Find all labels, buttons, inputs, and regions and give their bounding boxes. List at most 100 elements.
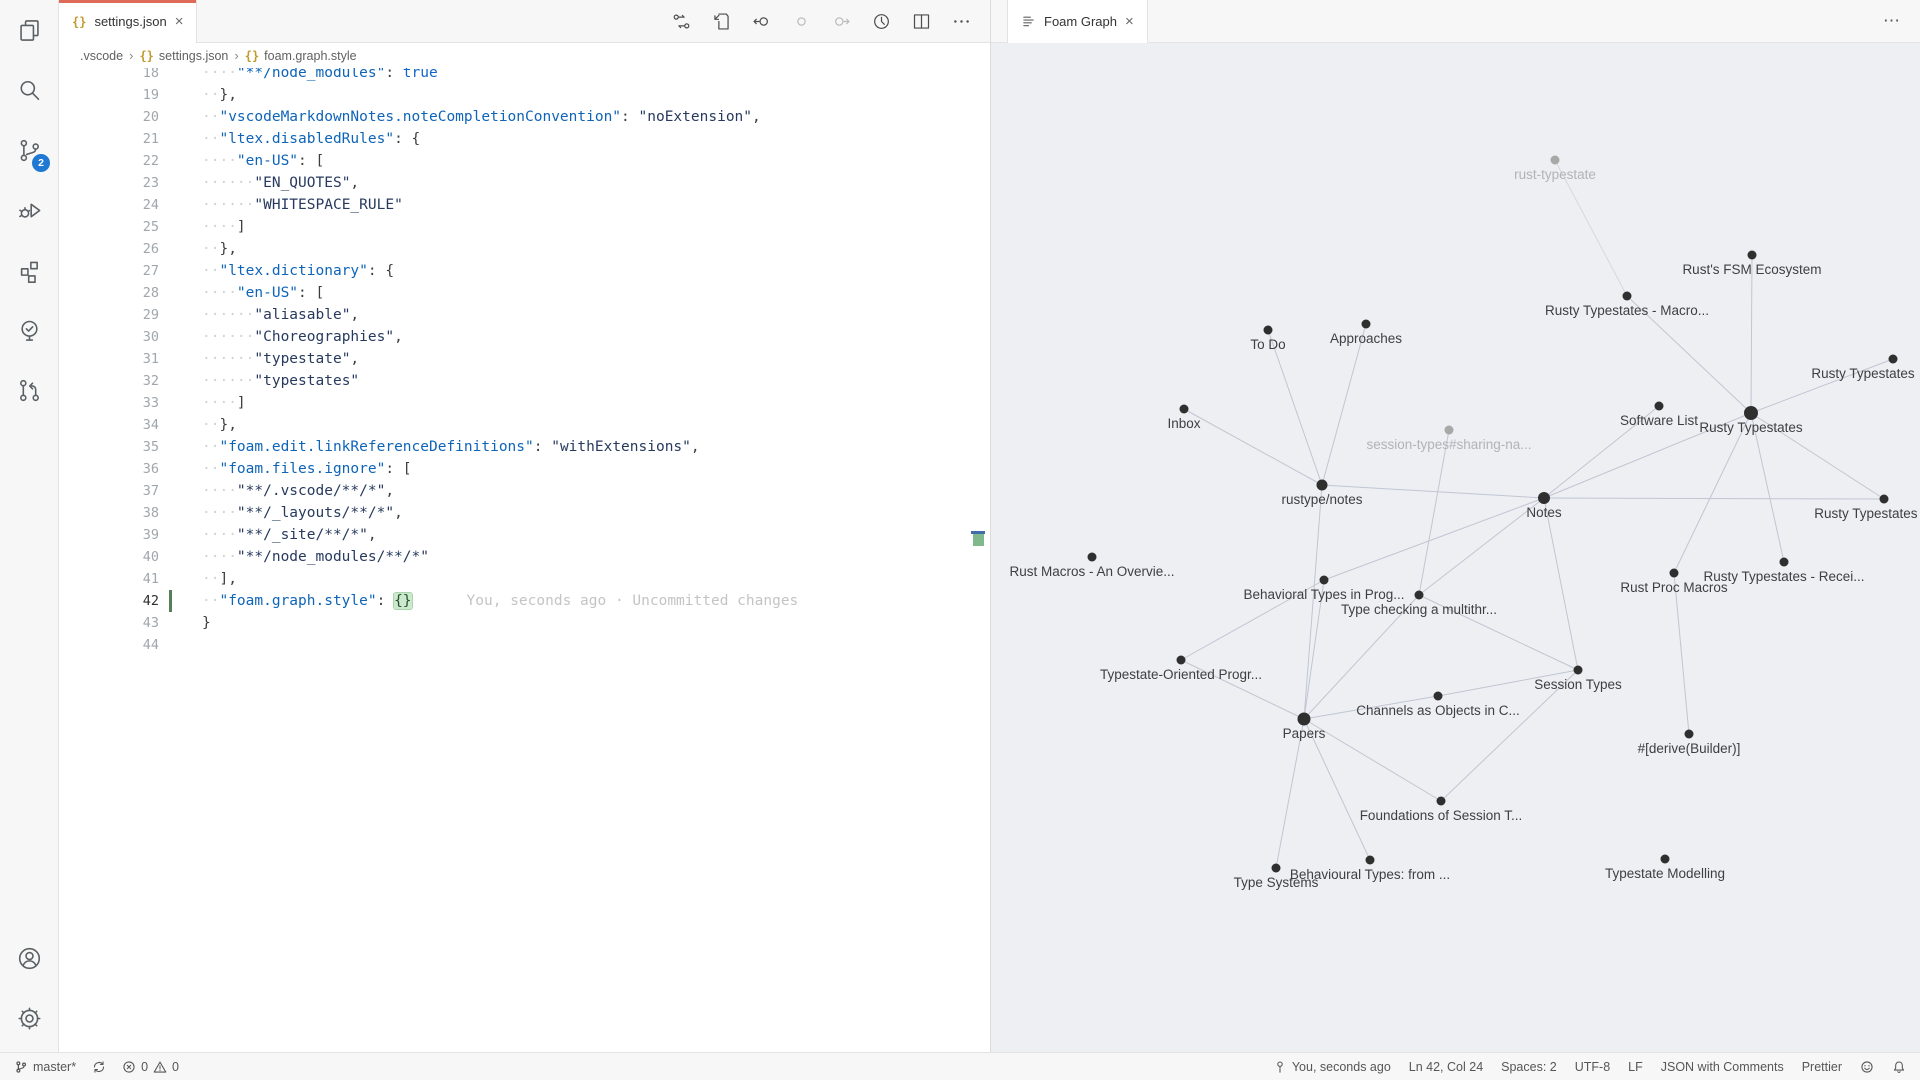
- panel-more-actions-icon[interactable]: ⋯: [1883, 11, 1920, 31]
- graph-node[interactable]: [1623, 292, 1632, 301]
- graph-node[interactable]: [1264, 326, 1273, 335]
- code-line-23[interactable]: 23······"EN_QUOTES",: [59, 172, 990, 194]
- open-file-icon[interactable]: [709, 9, 733, 33]
- code-line-26[interactable]: 26··},: [59, 238, 990, 260]
- next-change-icon[interactable]: [829, 9, 853, 33]
- graph-node[interactable]: [1366, 856, 1375, 865]
- code-line-42[interactable]: 42··"foam.graph.style": {}You, seconds a…: [59, 590, 990, 612]
- graph-node[interactable]: [1317, 480, 1328, 491]
- code-line-43[interactable]: 43}: [59, 612, 990, 634]
- status-label: Prettier: [1802, 1060, 1842, 1074]
- code-line-28[interactable]: 28····"en-US": [: [59, 282, 990, 304]
- code-line-24[interactable]: 24······"WHITESPACE_RULE": [59, 194, 990, 216]
- graph-node[interactable]: [1298, 713, 1311, 726]
- tab-settings-json[interactable]: {} settings.json ×: [59, 0, 197, 43]
- graph-node[interactable]: [1748, 251, 1757, 260]
- graph-node[interactable]: [1744, 406, 1758, 420]
- status-cursor-position[interactable]: Ln 42, Col 24: [1409, 1060, 1483, 1074]
- graph-node[interactable]: [1655, 402, 1664, 411]
- graph-node[interactable]: [1180, 405, 1189, 414]
- graph-node[interactable]: [1551, 156, 1560, 165]
- code-line-39[interactable]: 39····"**/_site/**/*",: [59, 524, 990, 546]
- activity-item-pull-requests[interactable]: [0, 360, 58, 420]
- code-line-19[interactable]: 19··},: [59, 84, 990, 106]
- activity-item-settings[interactable]: [0, 988, 58, 1048]
- circle-icon[interactable]: [789, 9, 813, 33]
- open-changes-icon[interactable]: [669, 9, 693, 33]
- foam-graph-canvas[interactable]: rust-typestateRust's FSM EcosystemRusty …: [991, 43, 1920, 1052]
- previous-change-icon[interactable]: [749, 9, 773, 33]
- activity-item-explorer[interactable]: [0, 0, 58, 60]
- graph-node[interactable]: [1685, 730, 1694, 739]
- status-notifications[interactable]: [1892, 1060, 1906, 1074]
- graph-node[interactable]: [1661, 855, 1670, 864]
- graph-node[interactable]: [1362, 320, 1371, 329]
- code-line-37[interactable]: 37····"**/.vscode/**/*",: [59, 480, 990, 502]
- code-line-40[interactable]: 40····"**/node_modules/**/*": [59, 546, 990, 568]
- status-eol[interactable]: LF: [1628, 1060, 1643, 1074]
- graph-node[interactable]: [1538, 492, 1550, 504]
- graph-node[interactable]: [1880, 495, 1889, 504]
- graph-node[interactable]: [1434, 692, 1443, 701]
- graph-node[interactable]: [1088, 553, 1097, 562]
- breadcrumb-item[interactable]: {}foam.graph.style: [245, 49, 357, 63]
- code-token: ······: [202, 373, 254, 389]
- code-line-31[interactable]: 31······"typestate",: [59, 348, 990, 370]
- tab-foam-graph[interactable]: Foam Graph ×: [1007, 0, 1148, 43]
- tab-close-icon[interactable]: ×: [175, 14, 184, 29]
- code-line-36[interactable]: 36··"foam.files.ignore": [: [59, 458, 990, 480]
- graph-node[interactable]: [1574, 666, 1583, 675]
- graph-node[interactable]: [1177, 656, 1186, 665]
- activity-item-source-control[interactable]: 2: [0, 120, 58, 180]
- code-line-44[interactable]: 44: [59, 634, 990, 656]
- code-line-30[interactable]: 30······"Choreographies",: [59, 326, 990, 348]
- code-line-29[interactable]: 29······"aliasable",: [59, 304, 990, 326]
- code-editor[interactable]: 18····"**/node_modules": true19··},20··"…: [59, 62, 990, 656]
- code-line-34[interactable]: 34··},: [59, 414, 990, 436]
- code-line-22[interactable]: 22····"en-US": [: [59, 150, 990, 172]
- graph-node[interactable]: [1780, 558, 1789, 567]
- code-line-33[interactable]: 33····]: [59, 392, 990, 414]
- code-token: ··: [202, 439, 219, 455]
- code-line-21[interactable]: 21··"ltex.disabledRules": {: [59, 128, 990, 150]
- activity-item-todo-tree[interactable]: [0, 300, 58, 360]
- split-editor-icon[interactable]: [909, 9, 933, 33]
- breadcrumb-item[interactable]: .vscode: [80, 49, 123, 63]
- activity-item-extensions[interactable]: [0, 240, 58, 300]
- code-line-38[interactable]: 38····"**/_layouts/**/*",: [59, 502, 990, 524]
- status-indentation[interactable]: Spaces: 2: [1501, 1060, 1557, 1074]
- code-line-32[interactable]: 32······"typestates": [59, 370, 990, 392]
- code-token: : [: [298, 153, 324, 169]
- graph-node[interactable]: [1272, 864, 1281, 873]
- code-line-35[interactable]: 35··"foam.edit.linkReferenceDefinitions"…: [59, 436, 990, 458]
- status-feedback[interactable]: [1860, 1060, 1874, 1074]
- status-branch[interactable]: master*: [14, 1060, 76, 1074]
- status-formatter[interactable]: Prettier: [1802, 1060, 1842, 1074]
- graph-node[interactable]: [1320, 576, 1329, 585]
- timeline-icon[interactable]: [869, 9, 893, 33]
- status-sync[interactable]: [92, 1060, 106, 1074]
- blame-annotation: You, seconds ago · Uncommitted changes: [467, 593, 799, 609]
- panel-tab-close-icon[interactable]: ×: [1125, 14, 1134, 29]
- graph-node[interactable]: [1437, 797, 1446, 806]
- breadcrumb-item[interactable]: {}settings.json: [139, 49, 228, 63]
- code-line-20[interactable]: 20··"vscodeMarkdownNotes.noteCompletionC…: [59, 106, 990, 128]
- graph-node[interactable]: [1445, 426, 1454, 435]
- activity-item-search[interactable]: [0, 60, 58, 120]
- graph-node[interactable]: [1889, 355, 1898, 364]
- graph-node-label: To Do: [1250, 337, 1285, 352]
- feedback-icon: [1860, 1060, 1874, 1074]
- activity-item-run-debug[interactable]: [0, 180, 58, 240]
- code-line-27[interactable]: 27··"ltex.dictionary": {: [59, 260, 990, 282]
- code-line-41[interactable]: 41··],: [59, 568, 990, 590]
- activity-item-accounts[interactable]: [0, 928, 58, 988]
- graph-node[interactable]: [1415, 591, 1424, 600]
- status-encoding[interactable]: UTF-8: [1575, 1060, 1610, 1074]
- more-icon[interactable]: [949, 9, 973, 33]
- graph-node[interactable]: [1670, 569, 1679, 578]
- status-blame[interactable]: You, seconds ago: [1273, 1060, 1391, 1074]
- status-problems[interactable]: 00: [122, 1060, 179, 1074]
- code-token: :: [534, 439, 551, 455]
- status-language-mode[interactable]: JSON with Comments: [1661, 1060, 1784, 1074]
- code-line-25[interactable]: 25····]: [59, 216, 990, 238]
